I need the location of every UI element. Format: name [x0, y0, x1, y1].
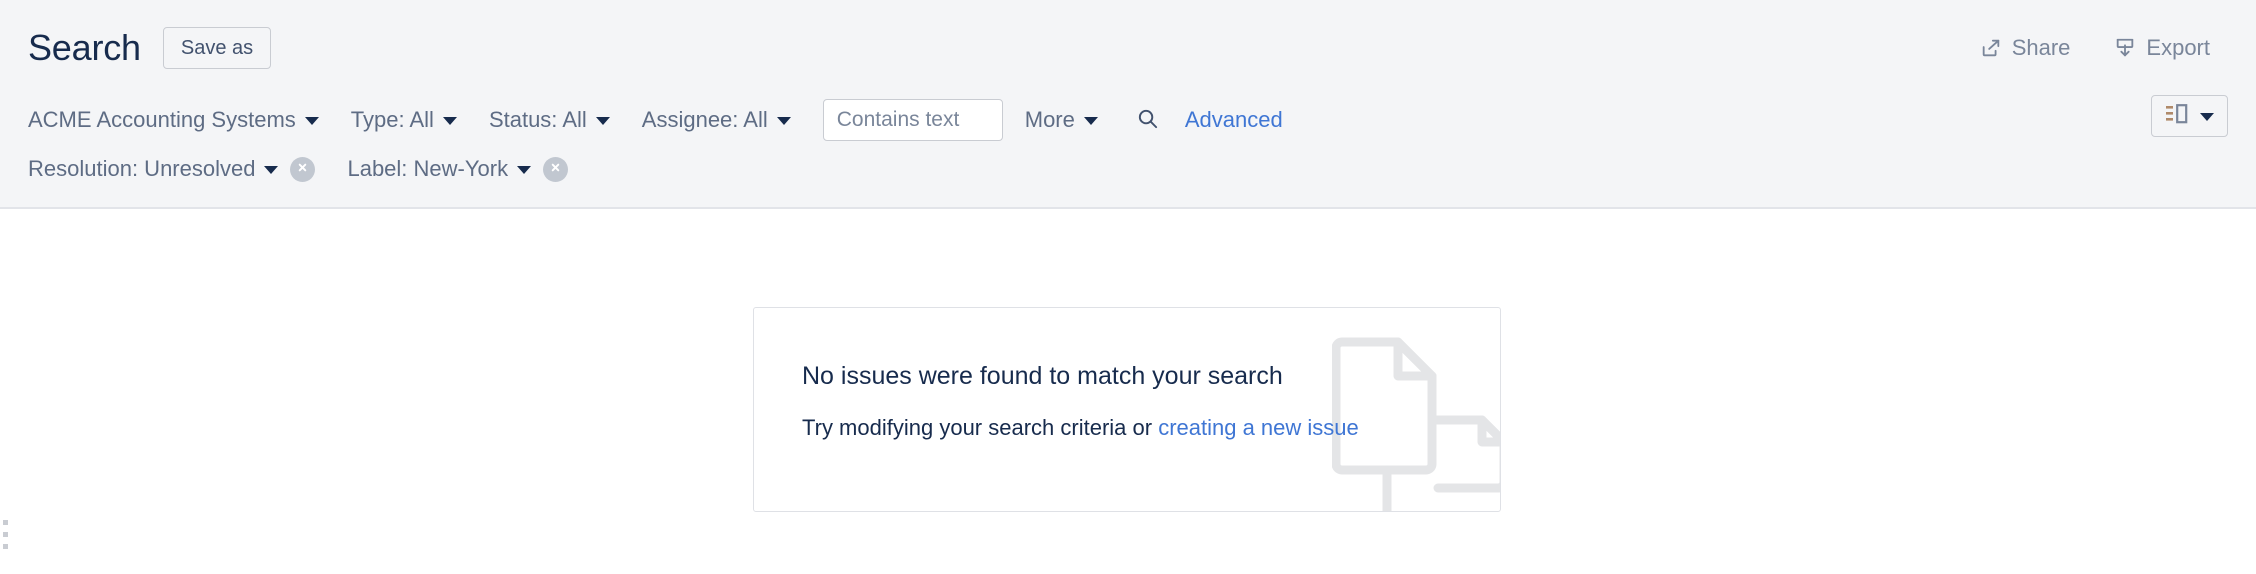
share-button[interactable]: Share: [1980, 35, 2071, 61]
empty-state-panel: No issues were found to match your searc…: [753, 307, 1501, 512]
panel-resize-handle[interactable]: [3, 520, 9, 549]
close-icon: [549, 161, 562, 177]
chevron-down-icon: [305, 117, 319, 125]
search-input[interactable]: [823, 99, 1003, 141]
page-header: Search Save as Share: [0, 0, 2256, 95]
type-filter[interactable]: Type: All: [351, 102, 457, 138]
resolution-filter-label: Resolution: Unresolved: [28, 155, 255, 183]
status-filter-label: Status: All: [489, 106, 587, 134]
label-filter-label: Label: New-York: [347, 155, 508, 183]
view-switcher[interactable]: [2151, 95, 2228, 137]
chevron-down-icon: [777, 117, 791, 125]
empty-state-subtitle: Try modifying your search criteria or cr…: [802, 414, 1359, 443]
assignee-filter[interactable]: Assignee: All: [642, 102, 791, 138]
search-submit-button[interactable]: [1130, 103, 1165, 137]
resolution-filter[interactable]: Resolution: Unresolved: [28, 151, 278, 187]
chevron-down-icon: [2200, 113, 2214, 121]
chevron-down-icon: [517, 166, 531, 174]
export-icon: [2114, 37, 2136, 59]
drag-dot: [3, 532, 8, 537]
clear-label-filter-button[interactable]: [543, 157, 568, 182]
share-icon: [1980, 37, 2002, 59]
list-detail-view-icon: [2165, 104, 2189, 129]
filter-row-primary: ACME Accounting Systems Type: All Status…: [28, 95, 2228, 143]
more-filters-button[interactable]: More: [1025, 102, 1098, 138]
empty-state-title: No issues were found to match your searc…: [802, 360, 1359, 393]
filter-bar: ACME Accounting Systems Type: All Status…: [0, 95, 2256, 209]
more-filters-label: More: [1025, 106, 1075, 134]
filter-row-secondary: Resolution: Unresolved Label: New-York: [28, 143, 2228, 191]
results-area: No issues were found to match your searc…: [0, 209, 2256, 574]
drag-dot: [3, 544, 8, 549]
type-filter-label: Type: All: [351, 106, 434, 134]
page-title: Search: [28, 30, 141, 66]
share-label: Share: [2012, 35, 2071, 61]
chevron-down-icon: [443, 117, 457, 125]
assignee-filter-label: Assignee: All: [642, 106, 768, 134]
empty-state-text: No issues were found to match your searc…: [802, 360, 1359, 442]
project-filter[interactable]: ACME Accounting Systems: [28, 102, 319, 138]
status-filter[interactable]: Status: All: [489, 102, 610, 138]
save-as-button[interactable]: Save as: [163, 27, 271, 69]
create-new-issue-link[interactable]: creating a new issue: [1158, 415, 1359, 440]
chevron-down-icon: [1084, 117, 1098, 125]
chevron-down-icon: [596, 117, 610, 125]
empty-state-subtitle-prefix: Try modifying your search criteria or: [802, 415, 1158, 440]
clear-resolution-filter-button[interactable]: [290, 157, 315, 182]
page-header-actions: Share Export: [1980, 35, 2228, 61]
page-header-left: Search Save as: [28, 27, 271, 69]
project-filter-label: ACME Accounting Systems: [28, 106, 296, 134]
magnifier-icon: [1136, 107, 1159, 133]
close-icon: [296, 161, 309, 177]
export-button[interactable]: Export: [2114, 35, 2210, 61]
label-filter[interactable]: Label: New-York: [347, 151, 531, 187]
advanced-search-link[interactable]: Advanced: [1185, 106, 1283, 134]
chevron-down-icon: [264, 166, 278, 174]
export-label: Export: [2146, 35, 2210, 61]
drag-dot: [3, 520, 8, 525]
